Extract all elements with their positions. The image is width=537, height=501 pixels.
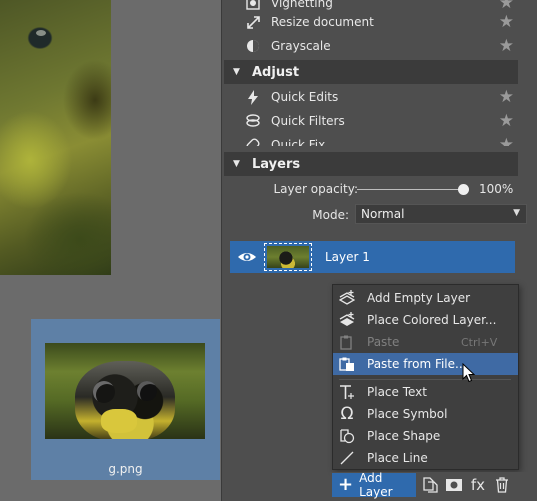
- add-empty-layer-icon: [338, 290, 356, 306]
- plus-icon: +: [338, 474, 354, 495]
- menu-item-label: Vignetting: [271, 0, 333, 10]
- menu-item-place-colored-layer[interactable]: Place Colored Layer...: [333, 309, 518, 331]
- layers-bottom-toolbar: + Add Layer fx: [330, 471, 537, 501]
- menu-item-quick-edits[interactable]: Quick Edits ★: [222, 85, 522, 109]
- section-title: Adjust: [252, 64, 300, 80]
- canvas-area: g.png: [0, 0, 221, 501]
- text-icon: [338, 384, 356, 400]
- thumbnail-filename: g.png: [108, 462, 143, 476]
- app-window: g.png Vignetting ★ Resize document ★ Gra…: [0, 0, 537, 501]
- collapse-caret-icon: ▼: [233, 67, 240, 77]
- menu-item-place-text[interactable]: Place Text: [333, 381, 518, 403]
- menu-item-label: Place Shape: [367, 429, 441, 443]
- filters-icon: [244, 112, 262, 130]
- omega-icon: Ω: [340, 404, 354, 424]
- menu-item-paste-from-file[interactable]: Paste from File...: [333, 353, 518, 375]
- document-image: [0, 0, 111, 275]
- add-layer-label: Add Layer: [359, 471, 393, 499]
- layer-mask-icon[interactable]: [444, 475, 464, 495]
- resize-icon: [244, 13, 262, 31]
- line-icon: [338, 450, 356, 466]
- menu-item-add-empty-layer[interactable]: Add Empty Layer: [333, 287, 518, 309]
- menu-item-label: Paste: [367, 335, 400, 349]
- star-icon[interactable]: ★: [499, 37, 514, 55]
- shape-icon: [338, 428, 356, 444]
- menu-item-label: Quick Filters: [271, 114, 345, 128]
- opacity-value: 100%: [479, 182, 514, 196]
- file-thumbnail[interactable]: g.png: [31, 319, 220, 480]
- menu-item-quick-filters[interactable]: Quick Filters ★: [222, 109, 522, 133]
- adjust-section-header[interactable]: ▼ Adjust: [224, 60, 518, 84]
- mouse-cursor-icon: [462, 363, 476, 383]
- menu-item-label: Quick Edits: [271, 90, 339, 104]
- partial-row-clip: Quick Fix ★: [222, 133, 522, 146]
- menu-item-label: Resize document: [271, 15, 374, 29]
- opacity-slider-handle[interactable]: [458, 184, 469, 195]
- menu-item-label: Quick Fix: [271, 138, 326, 146]
- menu-item-paste[interactable]: Paste Ctrl+V: [333, 331, 518, 353]
- star-icon[interactable]: ★: [499, 13, 514, 31]
- menu-item-quick-fix[interactable]: Quick Fix ★: [222, 133, 522, 146]
- menu-item-label: Place Text: [367, 385, 427, 399]
- layer-opacity-row: Layer opacity: 100%: [222, 178, 522, 200]
- opacity-label: Layer opacity:: [273, 182, 359, 196]
- menu-item-place-symbol[interactable]: Ω Place Symbol: [333, 403, 518, 425]
- paste-file-icon: [338, 357, 356, 372]
- collapse-caret-icon: ▼: [233, 159, 240, 169]
- star-icon[interactable]: ★: [499, 112, 514, 130]
- shortcut-hint: Ctrl+V: [461, 335, 498, 349]
- trash-icon[interactable]: [492, 475, 512, 495]
- menu-item-label: Add Empty Layer: [367, 291, 471, 305]
- menu-item-label: Place Symbol: [367, 407, 448, 421]
- colored-layer-icon: [338, 312, 356, 328]
- menu-item-label: Place Colored Layer...: [367, 313, 497, 327]
- opacity-slider-track[interactable]: [357, 189, 465, 190]
- menu-item-label: Paste from File...: [367, 357, 467, 371]
- chevron-down-icon: ▼: [513, 208, 520, 218]
- add-layer-context-menu: Add Empty Layer Place Colored Layer... P…: [332, 284, 519, 470]
- blend-mode-select[interactable]: Normal ▼: [355, 204, 527, 224]
- layers-section-header[interactable]: ▼ Layers: [224, 152, 518, 176]
- section-title: Layers: [252, 156, 301, 172]
- grayscale-icon: [244, 37, 262, 55]
- menu-item-place-shape[interactable]: Place Shape: [333, 425, 518, 447]
- blend-mode-label: Mode:: [312, 208, 349, 222]
- menu-item-label: Grayscale: [271, 39, 331, 53]
- layer-row[interactable]: Layer 1: [230, 241, 515, 273]
- bandage-icon: [244, 136, 262, 146]
- layer-effects-icon[interactable]: fx: [468, 475, 488, 495]
- eye-icon[interactable]: [236, 247, 258, 267]
- duplicate-layer-icon[interactable]: [420, 475, 440, 495]
- menu-separator: [339, 379, 511, 380]
- star-icon[interactable]: ★: [499, 136, 514, 146]
- paste-icon: [338, 335, 356, 350]
- menu-item-label: Place Line: [367, 451, 428, 465]
- menu-item-resize-document[interactable]: Resize document ★: [222, 10, 522, 34]
- thumbnail-image: [45, 343, 205, 439]
- star-icon[interactable]: ★: [499, 88, 514, 106]
- add-layer-button[interactable]: + Add Layer: [332, 471, 416, 499]
- layer-name: Layer 1: [325, 250, 370, 264]
- menu-item-grayscale[interactable]: Grayscale ★: [222, 34, 522, 58]
- lightning-icon: [244, 88, 262, 106]
- blend-mode-value: Normal: [361, 207, 405, 221]
- menu-item-place-line[interactable]: Place Line: [333, 447, 518, 469]
- layer-thumbnail: [264, 243, 312, 271]
